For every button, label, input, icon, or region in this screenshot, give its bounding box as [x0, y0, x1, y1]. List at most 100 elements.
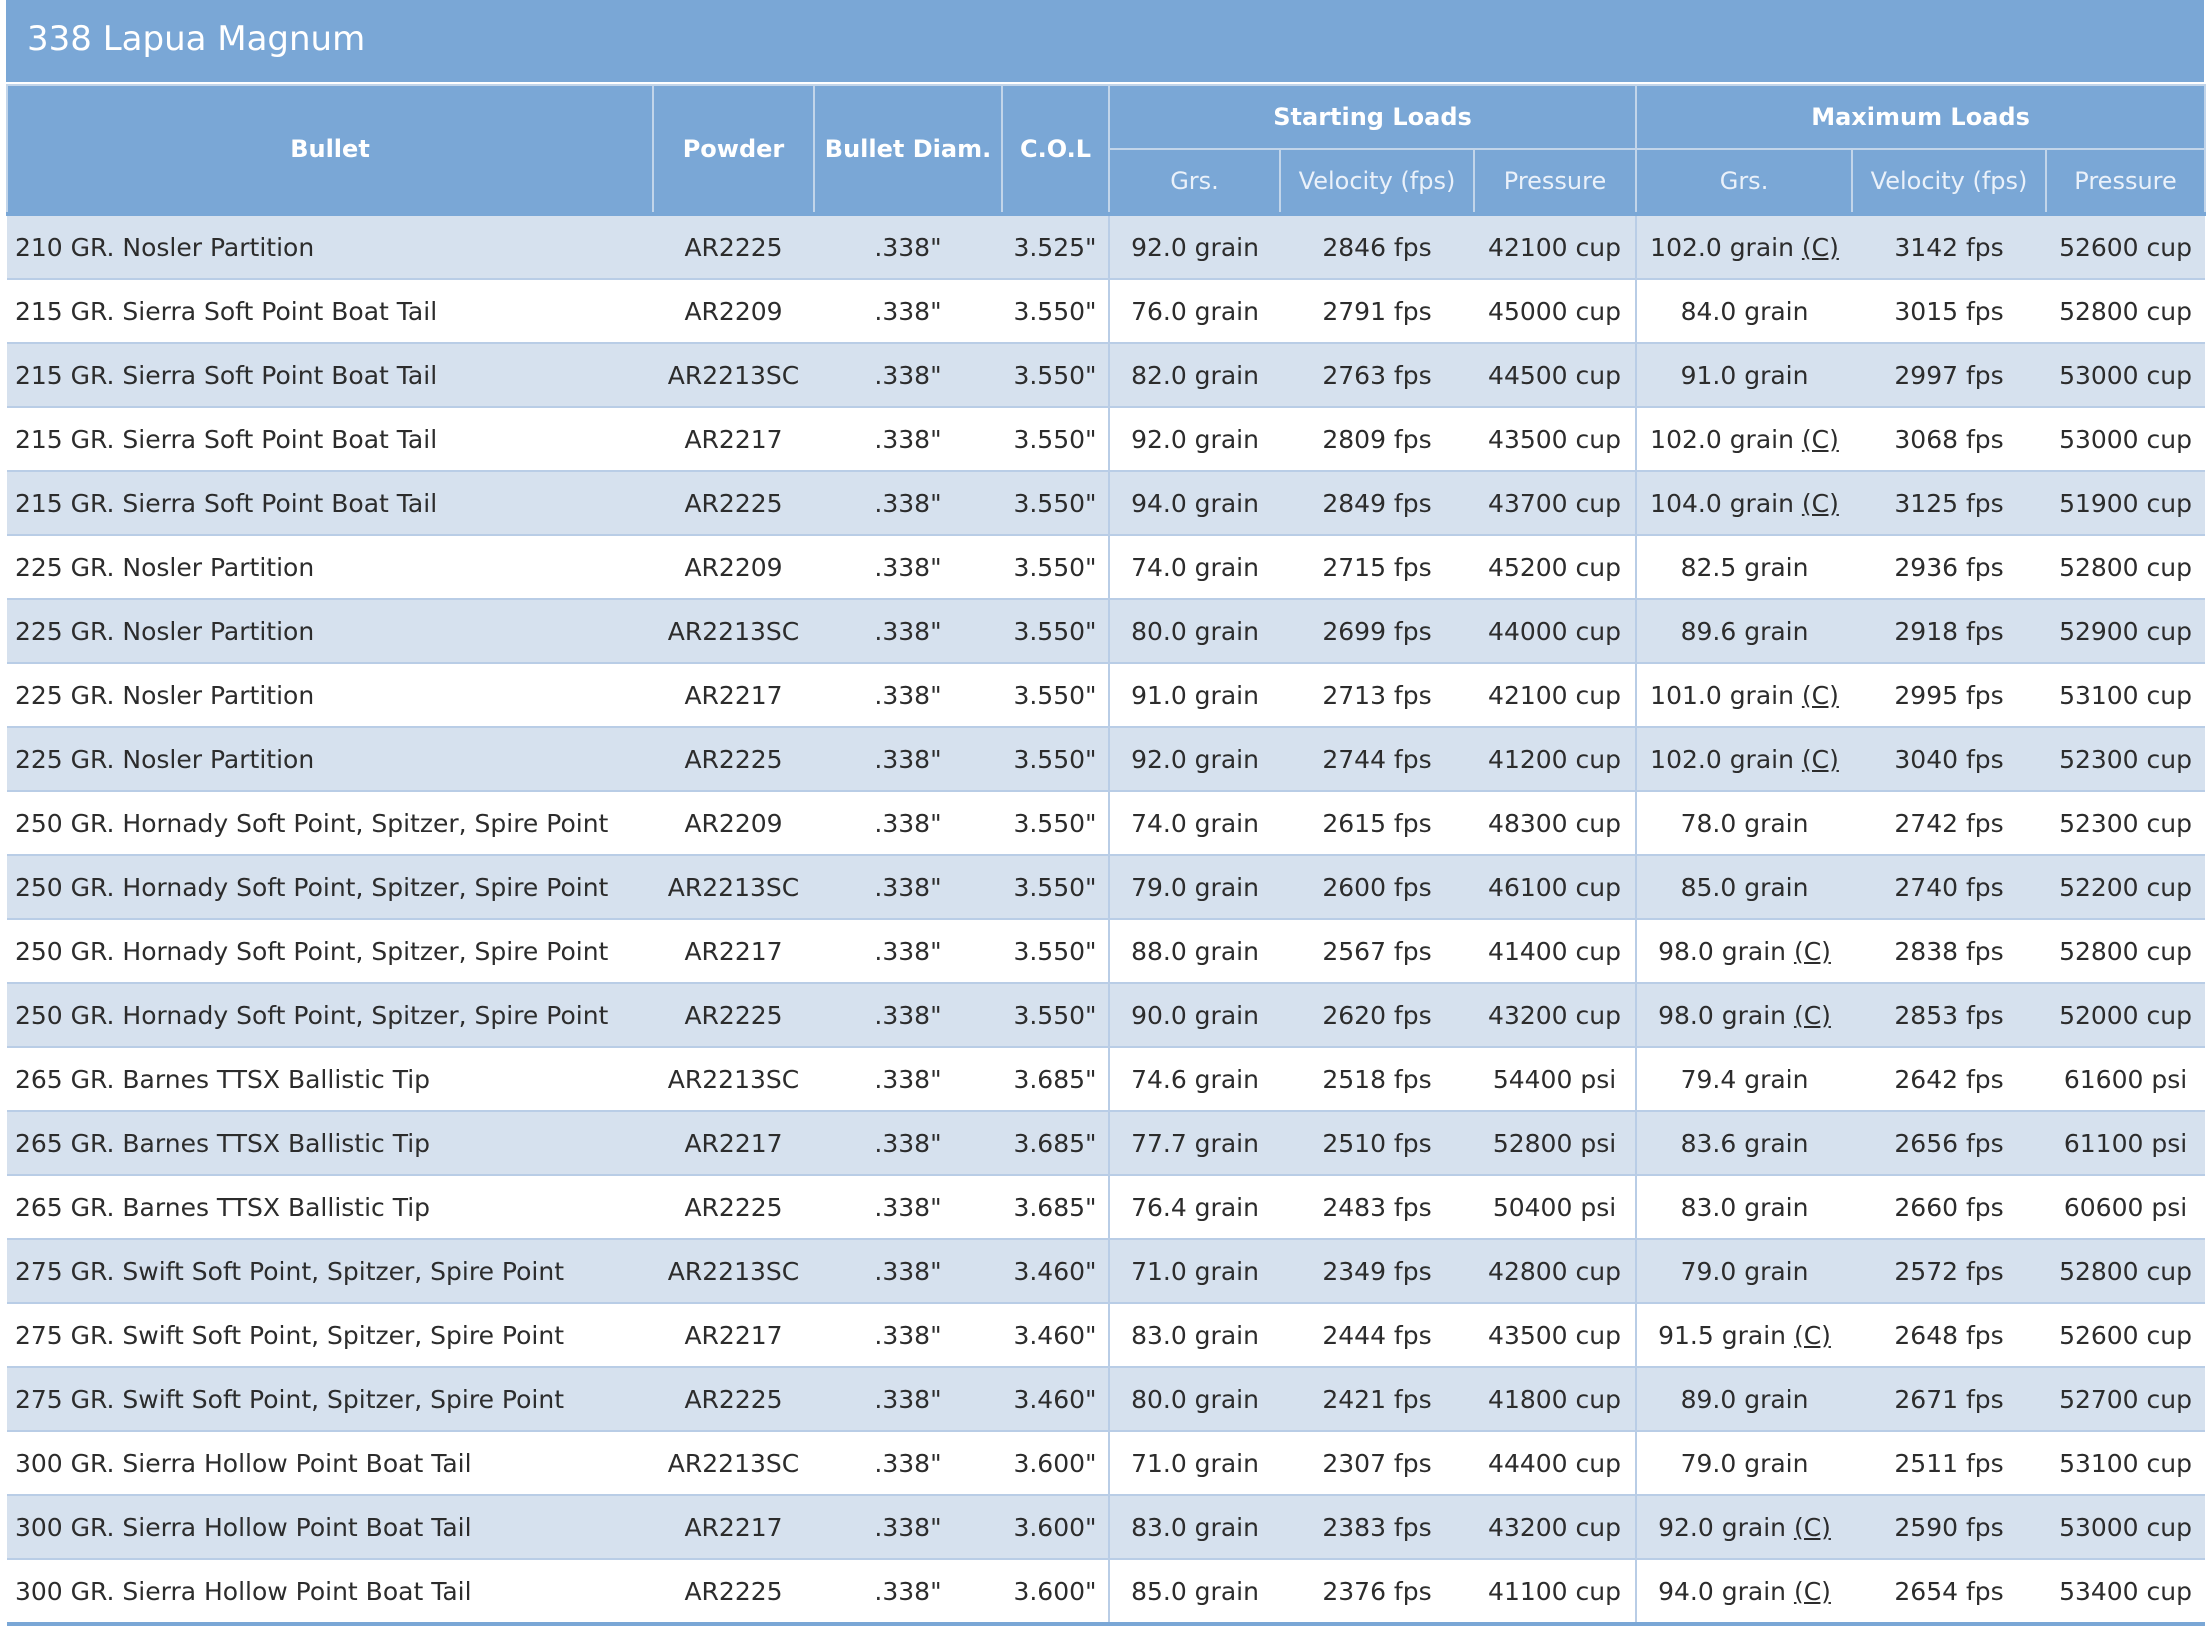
table-row: 275 GR. Swift Soft Point, Spitzer, Spire…: [7, 1238, 2206, 1303]
cell-start-grs: 80.0 grain: [1109, 598, 1280, 663]
max-grs-value: 102.0 grain: [1650, 232, 1794, 262]
cell-start-velocity: 2791 fps: [1280, 278, 1474, 343]
cell-start-velocity: 2349 fps: [1280, 1238, 1474, 1303]
cell-start-grs: 83.0 grain: [1109, 1494, 1280, 1559]
cell-start-velocity: 2713 fps: [1280, 662, 1474, 727]
cell-max-grs: 91.0 grain: [1636, 342, 1853, 407]
cell-start-velocity: 2567 fps: [1280, 918, 1474, 983]
cell-start-grs: 90.0 grain: [1109, 982, 1280, 1047]
table-row: 250 GR. Hornady Soft Point, Spitzer, Spi…: [7, 854, 2206, 919]
max-grs-value: 98.0 grain: [1658, 1000, 1786, 1030]
cell-max-velocity: 3125 fps: [1852, 470, 2047, 535]
cell-max-velocity: 2656 fps: [1852, 1110, 2047, 1175]
cell-col: 3.550": [1002, 662, 1110, 727]
cell-max-pressure: 52000 cup: [2046, 982, 2206, 1047]
cell-max-grs: 91.5 grain (C): [1636, 1302, 1853, 1367]
max-grs-value: 101.0 grain: [1650, 680, 1794, 710]
cell-start-pressure: 43700 cup: [1474, 470, 1638, 535]
cell-powder: AR2209: [653, 790, 814, 855]
table-row: 265 GR. Barnes TTSX Ballistic Tip AR2213S…: [7, 1046, 2206, 1111]
cell-max-pressure: 53400 cup: [2046, 1558, 2206, 1626]
cell-bullet-diam: .338": [814, 1174, 1002, 1239]
cell-bullet: 215 GR. Sierra Soft Point Boat Tail: [7, 278, 653, 343]
cell-powder: AR2209: [653, 534, 814, 599]
cell-max-velocity: 2511 fps: [1852, 1430, 2047, 1495]
cell-max-velocity: 2838 fps: [1852, 918, 2047, 983]
cell-max-pressure: 52600 cup: [2046, 1302, 2206, 1367]
table-row: 225 GR. Nosler Partition AR2225.338" 3.550…: [7, 726, 2206, 791]
cell-bullet-diam: .338": [814, 212, 1002, 279]
cell-bullet-diam: .338": [814, 470, 1002, 535]
cell-max-pressure: 52600 cup: [2046, 212, 2206, 279]
page-title: 338 Lapua Magnum: [6, 0, 2204, 82]
cell-bullet: 300 GR. Sierra Hollow Point Boat Tail: [7, 1430, 653, 1495]
cell-powder: AR2225: [653, 726, 814, 791]
cell-start-velocity: 2518 fps: [1280, 1046, 1474, 1111]
table-row: 300 GR. Sierra Hollow Point Boat Tail AR2…: [7, 1430, 2206, 1495]
cell-start-pressure: 42800 cup: [1474, 1238, 1638, 1303]
cell-bullet: 250 GR. Hornady Soft Point, Spitzer, Spi…: [7, 854, 653, 919]
cell-powder: AR2225: [653, 212, 814, 279]
cell-max-velocity: 2590 fps: [1852, 1494, 2047, 1559]
cell-start-velocity: 2444 fps: [1280, 1302, 1474, 1367]
table-row: 225 GR. Nosler Partition AR2209.338" 3.550…: [7, 534, 2206, 599]
cell-max-velocity: 3015 fps: [1852, 278, 2047, 343]
cell-start-pressure: 52800 psi: [1474, 1110, 1638, 1175]
cell-bullet-diam: .338": [814, 726, 1002, 791]
header-max-velocity: Velocity (fps): [1851, 148, 2048, 215]
cell-max-grs: 101.0 grain (C): [1636, 662, 1853, 727]
cell-max-velocity: 2642 fps: [1852, 1046, 2047, 1111]
cell-start-pressure: 43200 cup: [1474, 1494, 1638, 1559]
cell-powder: AR2213SC: [653, 1238, 814, 1303]
cell-bullet: 300 GR. Sierra Hollow Point Boat Tail: [7, 1558, 653, 1626]
header-col: C.O.L: [1001, 84, 1110, 215]
cell-max-grs: 79.0 grain: [1636, 1430, 1853, 1495]
cell-start-grs: 80.0 grain: [1109, 1366, 1280, 1431]
max-grs-value: 83.0 grain: [1680, 1192, 1809, 1222]
cell-start-pressure: 44000 cup: [1474, 598, 1638, 663]
cell-max-pressure: 60600 psi: [2046, 1174, 2206, 1239]
cell-start-pressure: 44500 cup: [1474, 342, 1638, 407]
cell-max-grs: 79.0 grain: [1636, 1238, 1853, 1303]
max-grs-value: 89.0 grain: [1680, 1384, 1809, 1414]
cell-max-pressure: 52900 cup: [2046, 598, 2206, 663]
cell-start-pressure: 41100 cup: [1474, 1558, 1638, 1626]
cell-col: 3.685": [1002, 1046, 1110, 1111]
cell-start-velocity: 2715 fps: [1280, 534, 1474, 599]
cell-col: 3.600": [1002, 1494, 1110, 1559]
max-grs-value: 91.0 grain: [1680, 360, 1809, 390]
cell-max-velocity: 2742 fps: [1852, 790, 2047, 855]
cell-start-pressure: 42100 cup: [1474, 212, 1638, 279]
cell-max-grs: 78.0 grain: [1636, 790, 1853, 855]
compressed-load-note: (C): [1801, 488, 1839, 518]
cell-start-pressure: 46100 cup: [1474, 854, 1638, 919]
cell-max-velocity: 2997 fps: [1852, 342, 2047, 407]
cell-col: 3.460": [1002, 1366, 1110, 1431]
cell-col: 3.600": [1002, 1558, 1110, 1626]
cell-bullet: 225 GR. Nosler Partition: [7, 534, 653, 599]
cell-start-pressure: 43200 cup: [1474, 982, 1638, 1047]
cell-bullet: 300 GR. Sierra Hollow Point Boat Tail: [7, 1494, 653, 1559]
compressed-load-note: (C): [1793, 1000, 1831, 1030]
compressed-load-note: (C): [1793, 1576, 1831, 1606]
cell-col: 3.550": [1002, 534, 1110, 599]
cell-powder: AR2217: [653, 662, 814, 727]
cell-max-pressure: 61600 psi: [2046, 1046, 2206, 1111]
max-grs-value: 82.5 grain: [1680, 552, 1809, 582]
cell-start-grs: 85.0 grain: [1109, 1558, 1280, 1626]
cell-max-pressure: 53000 cup: [2046, 406, 2206, 471]
max-grs-value: 94.0 grain: [1658, 1576, 1786, 1606]
table-row: 250 GR. Hornady Soft Point, Spitzer, Spi…: [7, 982, 2206, 1047]
cell-max-grs: 83.0 grain: [1636, 1174, 1853, 1239]
cell-max-grs: 98.0 grain (C): [1636, 918, 1853, 983]
cell-start-velocity: 2620 fps: [1280, 982, 1474, 1047]
compressed-load-note: (C): [1793, 1512, 1831, 1542]
cell-bullet: 215 GR. Sierra Soft Point Boat Tail: [7, 342, 653, 407]
cell-col: 3.550": [1002, 470, 1110, 535]
cell-start-grs: 83.0 grain: [1109, 1302, 1280, 1367]
cell-max-velocity: 2995 fps: [1852, 662, 2047, 727]
cell-start-pressure: 43500 cup: [1474, 1302, 1638, 1367]
compressed-load-note: (C): [1793, 1320, 1831, 1350]
cell-bullet-diam: .338": [814, 1302, 1002, 1367]
cell-col: 3.550": [1002, 278, 1110, 343]
